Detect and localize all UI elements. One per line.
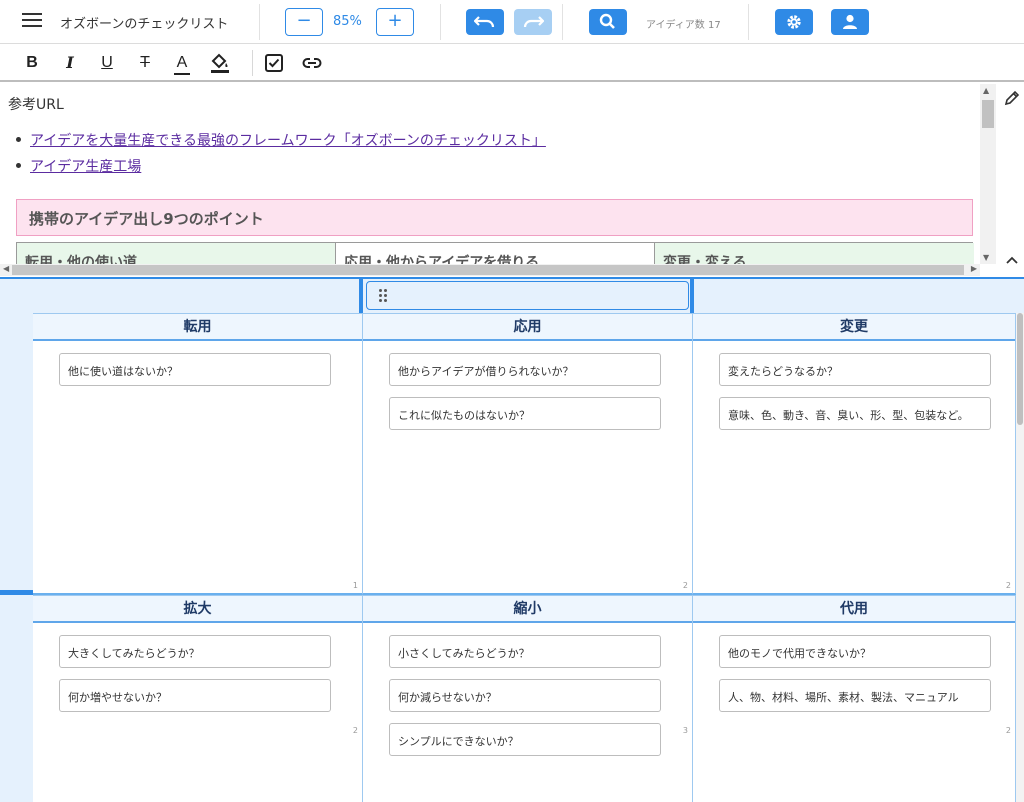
strikethrough-button[interactable]: T — [134, 52, 156, 74]
menu-icon[interactable] — [22, 13, 42, 31]
notes-title: 参考URL — [8, 97, 64, 113]
row-rail — [0, 279, 33, 802]
scroll-up-arrow[interactable]: ▲ — [983, 86, 989, 95]
card-count: 3 — [682, 726, 688, 735]
drag-handle-icon — [379, 289, 389, 303]
idea-card[interactable]: 何か減らせないか？ — [389, 679, 661, 712]
underline-button[interactable]: U — [96, 52, 118, 74]
font-color-button[interactable]: A — [171, 52, 193, 75]
scroll-left-arrow[interactable]: ◀ — [3, 264, 9, 273]
idea-card[interactable]: 変えたらどうなるか？ — [719, 353, 991, 386]
idea-card[interactable]: 他のモノで代用できないか？ — [719, 635, 991, 668]
card-count: 2 — [1005, 726, 1011, 735]
column-drag-handle[interactable] — [366, 281, 689, 310]
pencil-icon — [1004, 90, 1020, 106]
reference-link[interactable]: アイデア生産工場 — [30, 159, 141, 175]
chevron-up-icon — [1006, 256, 1018, 264]
section-heading: 携帯のアイデア出し9つのポイント — [16, 199, 973, 236]
idea-card[interactable]: 人、物、材料、場所、素材、製法、マニュアル — [719, 679, 991, 712]
cell-title: 応用 — [363, 313, 692, 341]
format-toolbar: B I U T A — [0, 44, 1024, 82]
user-icon — [843, 14, 857, 29]
board-vertical-scrollbar[interactable] — [1016, 313, 1024, 802]
toolbar-divider — [562, 4, 563, 40]
settings-button[interactable] — [775, 9, 813, 35]
reference-link[interactable]: アイデアを大量生産できる最強のフレームワーク「オズボーンのチェックリスト」 — [30, 133, 546, 149]
redo-icon — [523, 16, 544, 28]
column-resize-handle[interactable] — [690, 279, 694, 313]
board-cell[interactable]: 応用 他からアイデアが借りられないか？ これに似たものはないか？ 2 — [363, 313, 693, 595]
italic-button[interactable]: I — [59, 52, 81, 74]
zoom-out-button[interactable]: − — [285, 8, 323, 36]
table-header-cell: 応用・他からアイデアを借りる — [336, 243, 655, 264]
checklist-button[interactable] — [263, 52, 285, 74]
account-button[interactable] — [831, 9, 869, 35]
undo-icon — [474, 16, 495, 28]
search-icon — [599, 13, 615, 29]
redo-button[interactable] — [514, 9, 552, 35]
fill-color-icon — [211, 53, 229, 73]
scroll-right-arrow[interactable]: ▶ — [971, 264, 977, 273]
card-count: 2 — [352, 726, 358, 735]
document-title: オズボーンのチェックリスト — [60, 17, 229, 32]
idea-card[interactable]: これに似たものはないか？ — [389, 397, 661, 430]
idea-card[interactable]: 意味、色、動き、音、臭い、形、型、包装など。 — [719, 397, 991, 430]
toolbar-divider — [259, 4, 260, 40]
idea-card[interactable]: 他に使い道はないか？ — [59, 353, 331, 386]
link-icon — [302, 58, 322, 68]
notes-vertical-scrollbar[interactable]: ▲ ▼ — [980, 84, 996, 264]
idea-count: アイディア数 17 — [646, 20, 721, 31]
toolbar-divider — [252, 50, 253, 76]
scroll-down-arrow[interactable]: ▼ — [983, 253, 989, 262]
idea-card[interactable]: 小さくしてみたらどうか？ — [389, 635, 661, 668]
scrollbar-thumb[interactable] — [982, 100, 994, 128]
cell-title: 縮小 — [363, 595, 692, 623]
list-item: アイデアを大量生産できる最強のフレームワーク「オズボーンのチェックリスト」 — [16, 130, 546, 150]
reference-links: アイデアを大量生産できる最強のフレームワーク「オズボーンのチェックリスト」 アイ… — [16, 130, 546, 182]
undo-button[interactable] — [466, 9, 504, 35]
collapse-button[interactable] — [1004, 251, 1020, 264]
cell-title: 拡大 — [33, 595, 362, 623]
board-cell[interactable]: 変更 変えたらどうなるか？ 意味、色、動き、音、臭い、形、型、包装など。 2 — [693, 313, 1016, 595]
notes-editor[interactable]: 参考URL アイデアを大量生産できる最強のフレームワーク「オズボーンのチェックリ… — [0, 84, 980, 264]
main-toolbar: オズボーンのチェックリスト − 85% + アイディア数 17 — [0, 0, 1024, 44]
table-header-cell: 転用・他の使い道 — [17, 243, 336, 264]
idea-card[interactable]: 大きくしてみたらどうか？ — [59, 635, 331, 668]
toolbar-divider — [440, 4, 441, 40]
notes-horizontal-scrollbar[interactable]: ◀ ▶ — [0, 264, 980, 276]
cell-title: 代用 — [693, 595, 1015, 623]
link-button[interactable] — [301, 52, 323, 74]
board-cell[interactable]: 拡大 大きくしてみたらどうか？ 何か増やせないか？ 2 — [33, 595, 363, 802]
list-item: アイデア生産工場 — [16, 156, 546, 176]
board-cell[interactable]: 縮小 小さくしてみたらどうか？ 何か減らせないか？ シンプルにできないか？ 3 — [363, 595, 693, 802]
search-button[interactable] — [589, 9, 627, 35]
card-count: 2 — [682, 581, 688, 590]
edit-button[interactable] — [1003, 89, 1021, 107]
toolbar-divider — [748, 4, 749, 40]
scrollbar-thumb[interactable] — [1017, 313, 1023, 425]
row-resize-handle[interactable] — [0, 590, 33, 595]
cell-title: 変更 — [693, 313, 1015, 341]
fill-color-button[interactable] — [209, 52, 231, 74]
card-count: 2 — [1005, 581, 1011, 590]
cell-title: 転用 — [33, 313, 362, 341]
idea-card[interactable]: 何か増やせないか？ — [59, 679, 331, 712]
notes-table: 転用・他の使い道 応用・他からアイデアを借りる 変更・変える — [16, 242, 974, 264]
board-cell[interactable]: 転用 他に使い道はないか？ 1 — [33, 313, 363, 595]
board-cell[interactable]: 代用 他のモノで代用できないか？ 人、物、材料、場所、素材、製法、マニュアル 2 — [693, 595, 1016, 802]
gear-icon — [787, 15, 801, 29]
zoom-in-button[interactable]: + — [376, 8, 414, 36]
checkbox-icon — [265, 54, 283, 72]
idea-card[interactable]: シンプルにできないか？ — [389, 723, 661, 756]
zoom-level: 85% — [333, 14, 362, 29]
card-count: 1 — [352, 581, 358, 590]
bold-button[interactable]: B — [21, 52, 43, 74]
idea-card[interactable]: 他からアイデアが借りられないか？ — [389, 353, 661, 386]
column-resize-handle[interactable] — [359, 279, 363, 313]
scrollbar-thumb[interactable] — [12, 265, 964, 275]
table-header-cell: 変更・変える — [655, 243, 974, 264]
